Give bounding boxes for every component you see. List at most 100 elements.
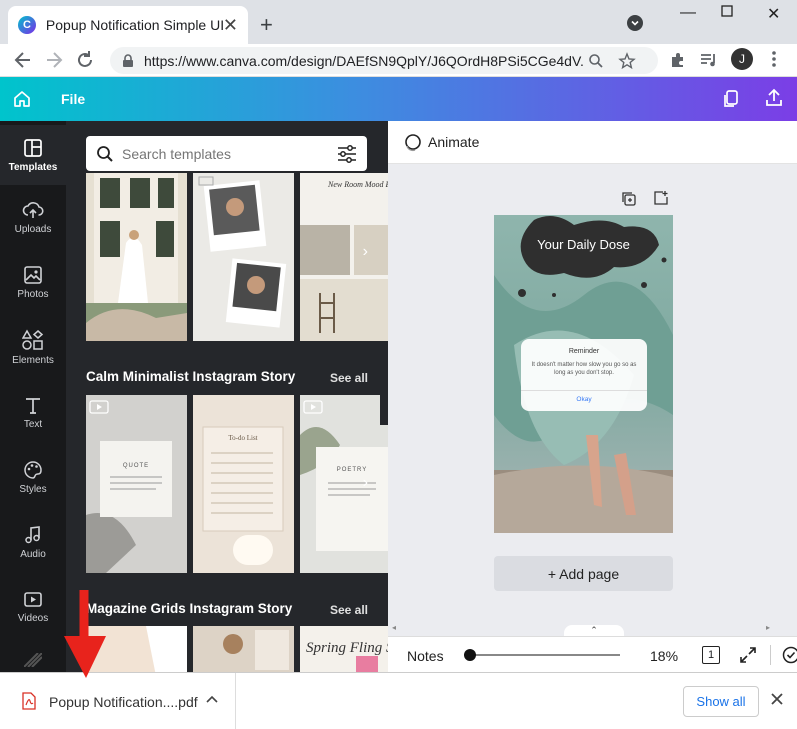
search-box[interactable] <box>86 136 367 171</box>
template-thumb-magazine2[interactable] <box>193 626 294 672</box>
menu-dots-icon[interactable] <box>772 50 776 68</box>
popup-title: Reminder <box>568 348 600 355</box>
more-apps-icon[interactable] <box>24 653 42 667</box>
extensions-puzzle-icon[interactable] <box>669 51 687 69</box>
rail-label: Styles <box>19 483 47 495</box>
todo-text: To-do List <box>228 434 257 442</box>
download-item[interactable]: Popup Notification....pdf <box>0 673 236 729</box>
reload-icon[interactable] <box>76 48 94 72</box>
notes-button[interactable]: Notes <box>407 648 444 664</box>
bookmark-star-icon[interactable] <box>618 51 636 70</box>
file-menu-button[interactable]: File <box>61 91 85 107</box>
minimize-icon[interactable]: — <box>680 4 696 22</box>
search-input[interactable] <box>122 145 322 162</box>
download-options-chevron-icon[interactable] <box>206 695 218 705</box>
image-icon <box>24 265 42 284</box>
template-thumb-spring[interactable]: Spring Fling Sale <box>300 626 388 672</box>
rail-item-audio[interactable]: Audio <box>0 512 66 572</box>
tab-search-icon[interactable] <box>627 15 643 31</box>
upload-cloud-icon <box>22 201 44 218</box>
close-window-icon[interactable]: ✕ <box>767 4 780 24</box>
popup-body: It doesn't matter how slow you go so as … <box>531 362 637 376</box>
rail-item-uploads[interactable]: Uploads <box>0 187 66 247</box>
maximize-icon[interactable] <box>721 5 733 17</box>
music-note-icon <box>25 525 40 543</box>
add-page-icon[interactable] <box>653 190 669 206</box>
zoom-percentage[interactable]: 18% <box>650 648 678 664</box>
template-thumb-polaroid[interactable] <box>193 173 294 341</box>
template-thumb-wedding[interactable] <box>86 173 187 341</box>
show-all-downloads-button[interactable]: Show all <box>683 686 759 717</box>
see-all-magazine-link[interactable]: See all <box>330 603 368 617</box>
canva-header: File <box>0 77 797 121</box>
template-thumb-poetry[interactable]: POETRY <box>300 395 388 573</box>
tab-close-icon[interactable]: ✕ <box>223 15 238 36</box>
filter-sliders-icon[interactable] <box>337 144 357 163</box>
design-popup-card[interactable]: Reminder It doesn't matter how slow you … <box>521 339 647 411</box>
browser-tab[interactable]: C Popup Notification Simple UI Qu ✕ <box>8 6 248 44</box>
lock-icon <box>123 53 133 67</box>
profile-avatar[interactable]: J <box>731 48 753 70</box>
share-upload-icon[interactable] <box>764 88 784 108</box>
template-thumb-todo[interactable]: To-do List <box>193 395 294 573</box>
canva-favicon-icon: C <box>18 16 36 34</box>
fullscreen-icon[interactable] <box>739 646 757 664</box>
quote-text: QUOTE <box>123 463 149 469</box>
show-pages-tab[interactable]: ⌃ <box>564 625 624 636</box>
check-circle-icon[interactable] <box>782 646 797 664</box>
address-bar[interactable]: https://www.canva.com/design/DAEfSN9QplY… <box>110 47 658 74</box>
browser-title-bar: C Popup Notification Simple UI Qu ✕ + — … <box>0 0 797 44</box>
poetry-text: POETRY <box>337 467 368 473</box>
new-tab-icon[interactable]: + <box>260 12 273 38</box>
rail-label: Videos <box>17 612 49 624</box>
close-shelf-icon[interactable] <box>771 693 783 705</box>
rail-item-templates[interactable]: Templates <box>0 125 66 185</box>
media-queue-icon[interactable] <box>700 52 718 68</box>
template-thumb-quote[interactable]: QUOTE <box>86 395 187 573</box>
design-heading[interactable]: Your Daily Dose <box>494 237 673 252</box>
download-file-name: Popup Notification....pdf <box>49 694 198 710</box>
forward-arrow-icon[interactable] <box>45 48 63 72</box>
animate-icon[interactable] <box>402 133 422 153</box>
animate-button[interactable]: Animate <box>428 134 479 150</box>
pdf-file-icon <box>22 692 36 710</box>
red-annotation-arrow <box>62 588 110 680</box>
rail-label: Photos <box>17 288 49 300</box>
browser-toolbar: https://www.canva.com/design/DAEfSN9QplY… <box>0 44 797 77</box>
section-title-magazine: Magazine Grids Instagram Story <box>86 601 293 616</box>
rail-item-styles[interactable]: Styles <box>0 447 66 507</box>
back-arrow-icon[interactable] <box>14 48 32 72</box>
templates-panel: New Room Mood Board › Calm Minimalist In… <box>66 121 388 672</box>
template-thumb-moodboard[interactable]: New Room Mood Board <box>300 173 388 341</box>
rail-item-videos[interactable]: Videos <box>0 577 66 637</box>
row1-next-arrow-icon[interactable]: › <box>363 243 368 261</box>
design-page[interactable]: Your Daily Dose Reminder It doesn't matt… <box>494 215 673 533</box>
add-page-button[interactable]: + Add page <box>494 556 673 591</box>
section-title-calm: Calm Minimalist Instagram Story <box>86 369 296 384</box>
zoom-slider-track[interactable] <box>470 654 620 656</box>
spring-text: Spring Fling Sale <box>306 640 388 656</box>
page-count-button[interactable]: 1 <box>702 646 720 664</box>
zoom-slider-handle[interactable] <box>464 649 476 661</box>
editor-toolbar: Animate <box>388 121 797 164</box>
see-all-calm-link[interactable]: See all <box>330 371 368 385</box>
resize-pages-icon[interactable] <box>722 89 740 109</box>
rail-item-photos[interactable]: Photos <box>0 252 66 312</box>
rail-label: Uploads <box>14 223 52 235</box>
rail-label: Text <box>23 418 43 430</box>
rail-item-elements[interactable]: Elements <box>0 317 66 377</box>
rail-label: Elements <box>12 354 54 366</box>
duplicate-page-icon[interactable] <box>621 191 637 207</box>
rail-label: Templates <box>8 161 58 173</box>
templates-icon <box>24 138 42 157</box>
home-icon[interactable] <box>12 89 32 109</box>
scroll-right-arrow-icon[interactable]: ▸ <box>766 623 770 632</box>
rail-item-text[interactable]: Text <box>0 382 66 442</box>
moodboard-text: New Room Mood Board <box>327 180 388 189</box>
video-play-icon <box>24 591 42 607</box>
editor-bottom-bar: Notes 18% 1 <box>388 636 797 672</box>
page-count: 1 <box>707 649 715 661</box>
scroll-left-arrow-icon[interactable]: ◂ <box>392 623 396 632</box>
zoom-search-icon[interactable] <box>588 53 604 69</box>
row2-next-arrow-icon[interactable]: › <box>363 474 368 492</box>
